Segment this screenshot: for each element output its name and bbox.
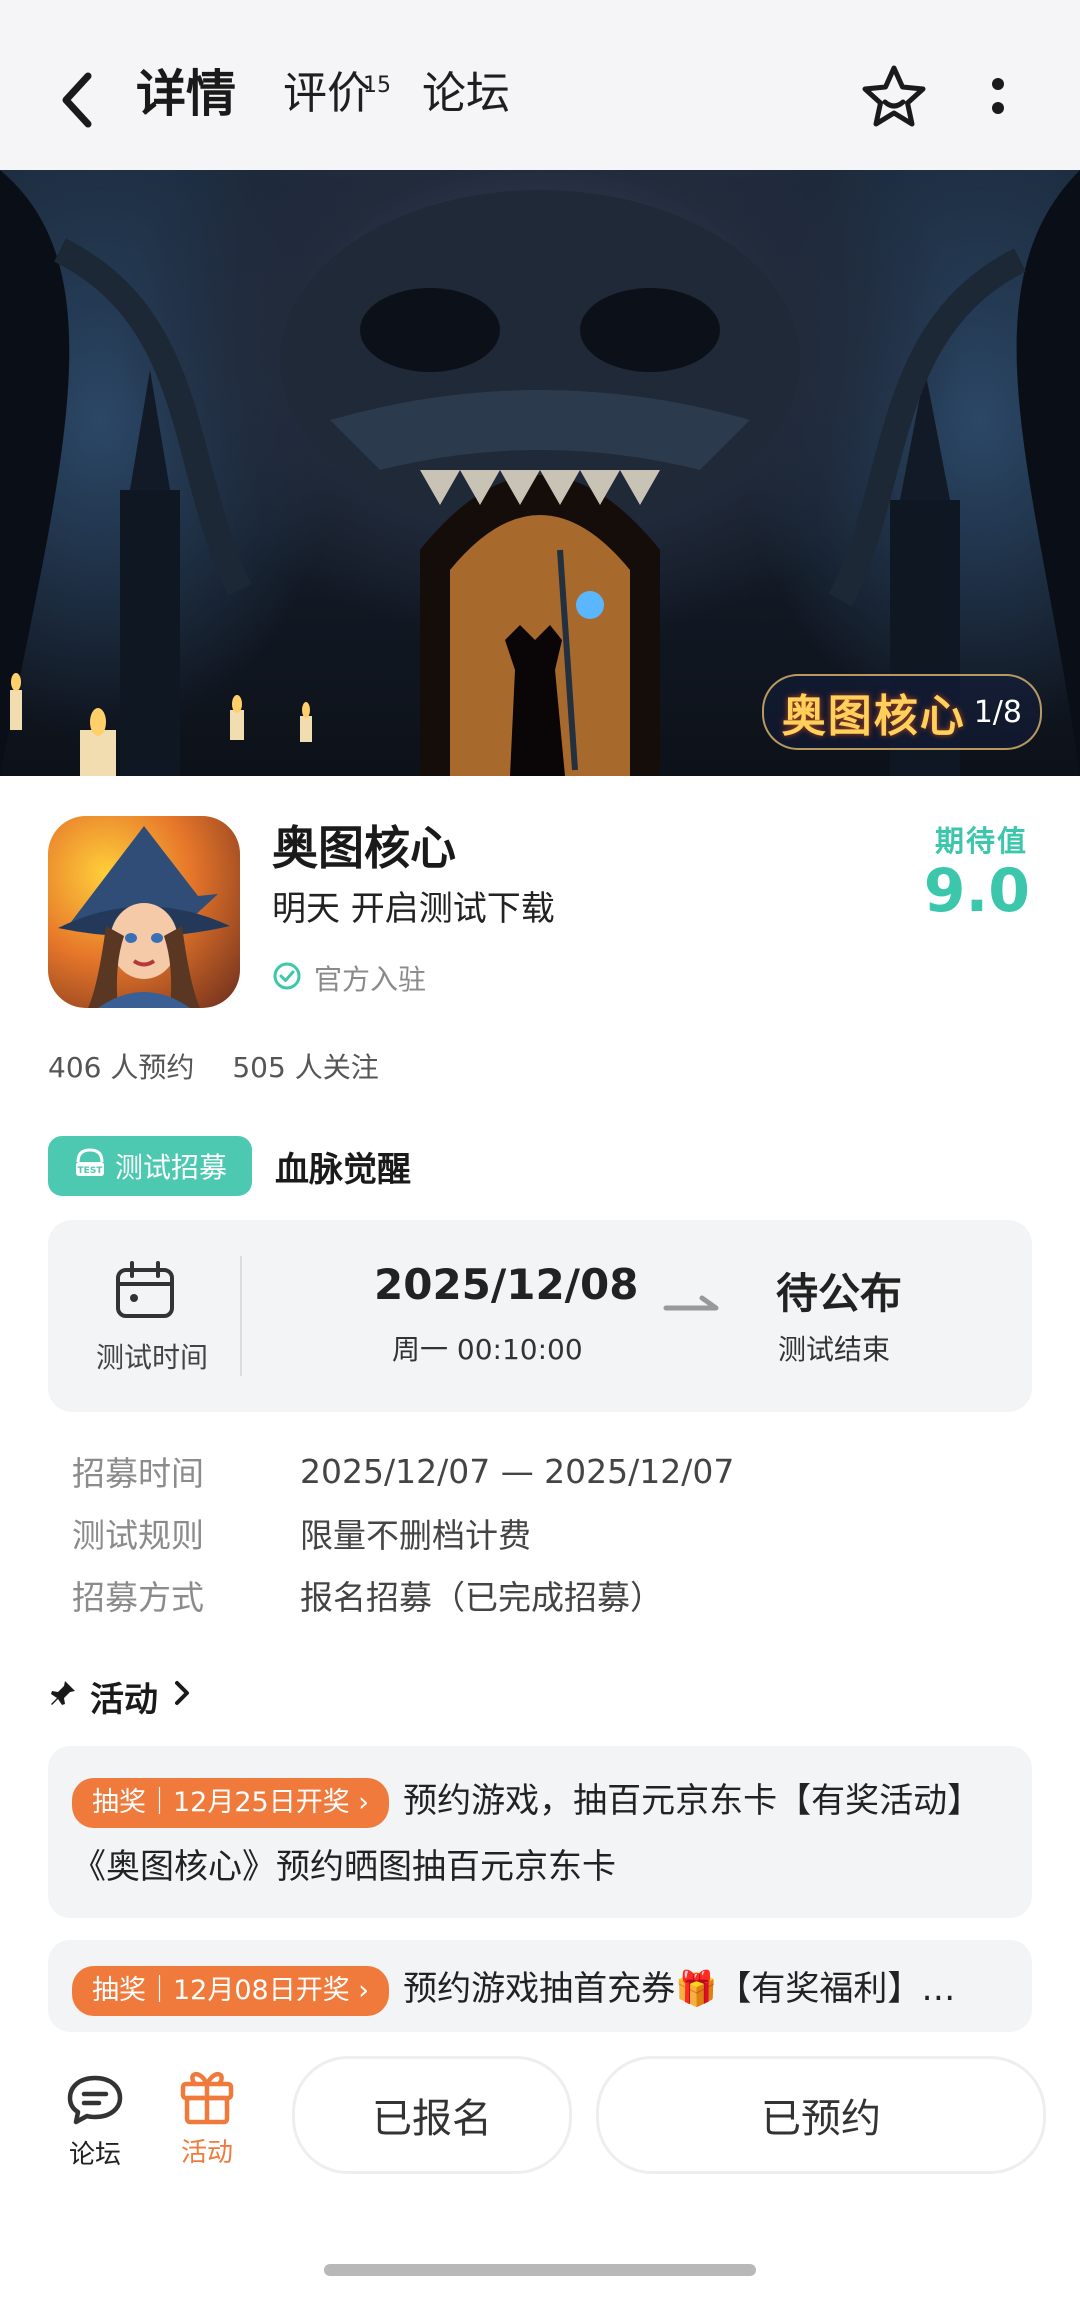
- signed-up-button[interactable]: 已报名: [292, 2056, 572, 2174]
- activity-lottery-pill[interactable]: 抽奖｜12月25日开奖 ›: [72, 1777, 390, 1828]
- tab-forum[interactable]: 论坛: [422, 64, 510, 124]
- official-label: 官方入驻: [314, 963, 427, 996]
- info-key: 招募方式: [72, 1578, 204, 1617]
- test-recruit-tag-label: 测试招募: [114, 1151, 227, 1184]
- activity-lottery-pill[interactable]: 抽奖｜12月08日开奖 ›: [72, 1965, 390, 2016]
- follower-count: 505 人关注: [232, 1051, 379, 1084]
- test-time-card: 测试时间 2025/12/08 周一 00:10:00 待公布 测试结束: [48, 1220, 1032, 1412]
- bottom-forum-label: 论坛: [68, 2140, 121, 2170]
- pin-icon: [48, 1677, 78, 1717]
- banner-page-counter: 1/8: [973, 694, 1022, 730]
- game-banner-image[interactable]: 奥图核心 1/8: [0, 170, 1080, 776]
- test-badge-icon: TEST: [73, 1146, 107, 1187]
- bottom-forum-button[interactable]: 论坛: [60, 2072, 130, 2171]
- reservation-count: 406 人预约: [48, 1051, 195, 1084]
- check-circle-icon: [272, 961, 302, 995]
- game-app-icon: [48, 816, 240, 1008]
- info-row-test-rule: 测试规则 限量不删档计费: [72, 1502, 734, 1564]
- calendar-icon: [114, 1260, 176, 1326]
- tab-forum-label: 论坛: [422, 68, 510, 119]
- tab-detail[interactable]: 详情: [130, 64, 242, 124]
- recruit-title: 血脉觉醒: [275, 1150, 411, 1190]
- test-recruit-tag: TEST 测试招募: [48, 1136, 252, 1196]
- bottom-activity-button[interactable]: 活动: [172, 2064, 242, 2169]
- top-nav-bar: 详情 评价 15 论坛: [0, 0, 1080, 170]
- forum-icon: [65, 2075, 125, 2132]
- star-icon[interactable]: [858, 62, 930, 134]
- review-count-badge: 15: [363, 73, 391, 98]
- home-indicator[interactable]: [324, 2264, 756, 2276]
- official-badge: 官方入驻: [272, 958, 426, 998]
- test-start-date: 2025/12/08: [374, 1260, 639, 1309]
- info-value: 2025/12/07 — 2025/12/07: [300, 1451, 735, 1491]
- card-divider: [240, 1256, 242, 1376]
- game-stats: 406 人预约 505 人关注: [48, 1046, 379, 1086]
- chevron-right-icon: [170, 1677, 194, 1717]
- expect-label: 期待值: [934, 824, 1028, 858]
- activity-card[interactable]: 抽奖｜12月25日开奖 › 预约游戏，抽百元京东卡【有奖活动】《奥图核心》预约晒图…: [48, 1746, 1032, 1918]
- bottom-action-bar: 论坛 活动 已报名 已预约: [0, 2032, 1080, 2300]
- activity-heading: 活动: [90, 1680, 158, 1720]
- info-row-recruit-method: 招募方式 报名招募（已完成招募）: [72, 1564, 734, 1626]
- tab-review-label: 评价: [283, 68, 371, 119]
- game-test-status: 明天 开启测试下载: [272, 889, 555, 929]
- activity-content: 抽奖｜12月08日开奖 › 预约游戏抽首充券🎁【有奖福利】…: [72, 1956, 976, 2022]
- game-name: 奥图核心: [272, 821, 456, 875]
- activity-section-header[interactable]: 活动: [48, 1672, 194, 1721]
- tab-detail-label: 详情: [136, 65, 236, 123]
- test-start-detail: 周一 00:10:00: [392, 1333, 583, 1366]
- test-end-label: 测试结束: [778, 1333, 891, 1366]
- svg-text:TEST: TEST: [78, 1166, 104, 1176]
- reserved-button[interactable]: 已预约: [596, 2056, 1046, 2174]
- tab-review[interactable]: 评价 15: [283, 64, 391, 124]
- arrow-right-icon: [662, 1292, 722, 1320]
- info-value: 报名招募（已完成招募）: [300, 1578, 663, 1617]
- test-time-label: 测试时间: [95, 1341, 208, 1374]
- recruit-info: 招募时间 2025/12/07 — 2025/12/07 测试规则 限量不删档计…: [72, 1440, 734, 1626]
- expect-score: 9.0: [923, 856, 1030, 926]
- test-end-value: 待公布: [776, 1269, 903, 1318]
- more-icon[interactable]: [978, 72, 1018, 128]
- activity-card[interactable]: 抽奖｜12月08日开奖 › 预约游戏抽首充券🎁【有奖福利】…: [48, 1940, 1032, 2032]
- banner-logo-text: 奥图核心: [781, 691, 966, 742]
- info-key: 招募时间: [72, 1454, 204, 1493]
- info-value: 限量不删档计费: [300, 1516, 531, 1555]
- activity-content: 抽奖｜12月25日开奖 › 预约游戏，抽百元京东卡【有奖活动】《奥图核心》预约晒图…: [72, 1768, 976, 1900]
- info-row-recruit-time: 招募时间 2025/12/07 — 2025/12/07: [72, 1440, 734, 1502]
- activity-text: 预约游戏抽首充券🎁【有奖福利】…: [403, 1969, 956, 2009]
- bottom-activity-label: 活动: [180, 2138, 233, 2168]
- info-key: 测试规则: [72, 1516, 204, 1555]
- gift-icon: [177, 2072, 237, 2130]
- back-arrow-icon[interactable]: [52, 68, 108, 132]
- banner-logo-badge: 奥图核心 1/8: [761, 674, 1042, 750]
